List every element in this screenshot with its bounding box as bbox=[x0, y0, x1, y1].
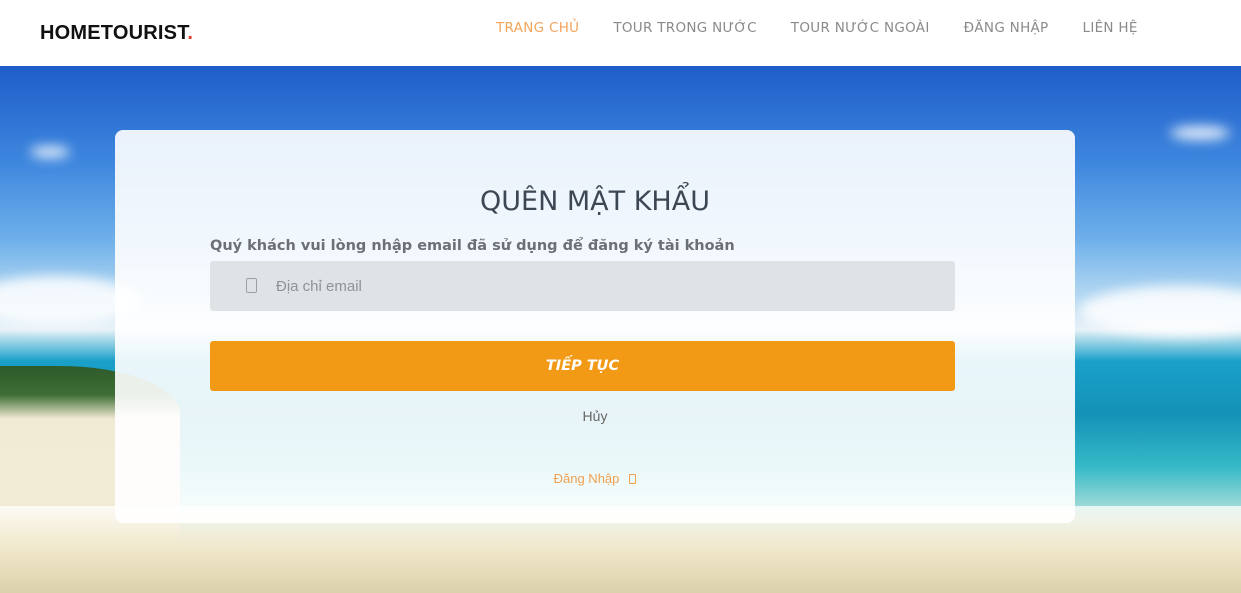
hero-background: QUÊN MẬT KHẨU Quý khách vui lòng nhập em… bbox=[0, 66, 1241, 593]
main-nav: TRANG CHỦ TOUR TRONG NƯỚC TOUR NƯỚC NGOÀ… bbox=[496, 20, 1172, 36]
continue-button[interactable]: TIẾP TỤC bbox=[210, 341, 955, 391]
logo-dot: . bbox=[187, 22, 194, 44]
cancel-link[interactable]: Hủy bbox=[115, 408, 1075, 424]
nav-item-tour-trong-nuoc[interactable]: TOUR TRONG NƯỚC bbox=[613, 20, 756, 36]
nav-item-dang-nhap[interactable]: ĐĂNG NHẬP bbox=[964, 20, 1049, 36]
nav-item-tour-nuoc-ngoai[interactable]: TOUR NƯỚC NGOÀI bbox=[791, 20, 930, 36]
arrow-right-icon bbox=[629, 474, 637, 484]
page-title: QUÊN MẬT KHẨU bbox=[480, 186, 710, 217]
logo[interactable]: HOMETOURIST. bbox=[40, 22, 193, 45]
site-header: HOMETOURIST. TRANG CHỦ TOUR TRONG NƯỚC T… bbox=[0, 0, 1241, 66]
login-link-label: Đăng Nhập bbox=[553, 471, 620, 486]
nav-item-trang-chu[interactable]: TRANG CHỦ bbox=[496, 20, 579, 36]
logo-text: HOMETOURIST bbox=[40, 22, 188, 44]
cloud-shape bbox=[1080, 286, 1241, 336]
cloud-shape bbox=[30, 146, 70, 158]
email-field bbox=[210, 261, 955, 311]
nav-item-lien-he[interactable]: LIÊN HỆ bbox=[1083, 20, 1138, 36]
instruction-text: Quý khách vui lòng nhập email đã sử dụng… bbox=[210, 238, 735, 254]
cloud-shape bbox=[1170, 126, 1230, 140]
login-link[interactable]: Đăng Nhập bbox=[115, 471, 1075, 486]
forgot-password-card: QUÊN MẬT KHẨU Quý khách vui lòng nhập em… bbox=[115, 130, 1075, 523]
email-input[interactable] bbox=[276, 261, 946, 311]
envelope-icon bbox=[246, 278, 257, 293]
